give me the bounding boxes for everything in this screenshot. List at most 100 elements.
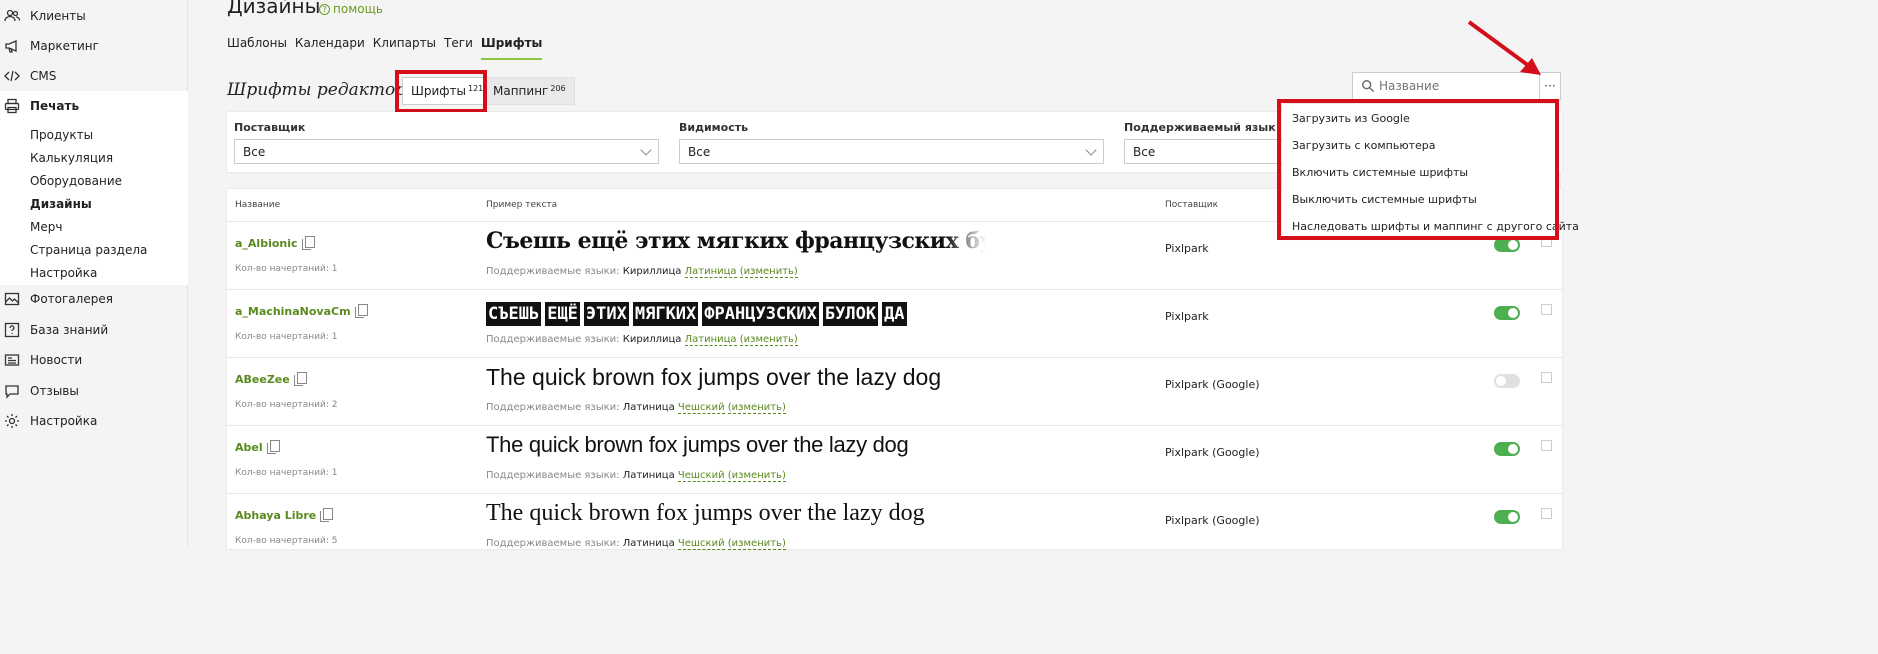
font-sample: Съешь ещё этих мягких французских булок … [486, 228, 986, 262]
tab-fonts[interactable]: Шрифты [480, 36, 543, 60]
sidebar-item-label: Клиенты [30, 9, 86, 23]
sidebar-item-news[interactable]: Новости [0, 346, 188, 374]
search-icon [1362, 80, 1375, 93]
font-name-link[interactable]: Abel [235, 440, 280, 454]
language-link[interactable]: Латиница [684, 266, 737, 278]
sidebar-item-label: Печать [30, 99, 80, 113]
provider-value: Pixlpark (Google) [1165, 446, 1260, 459]
visibility-filter-select[interactable]: Все [679, 139, 1104, 164]
copy-icon[interactable] [293, 372, 307, 386]
sidebar-subitem-settings[interactable]: Настройка [30, 266, 97, 280]
chevron-down-icon [1085, 144, 1097, 156]
sidebar-item-reviews[interactable]: Отзывы [0, 377, 188, 405]
visibility-toggle[interactable] [1494, 238, 1520, 252]
visibility-toggle[interactable] [1494, 510, 1520, 524]
sidebar-subitem-section-page[interactable]: Страница раздела [30, 243, 147, 257]
news-icon [4, 352, 20, 368]
visibility-filter-value: Все [688, 144, 711, 159]
search-box[interactable] [1352, 72, 1540, 100]
font-sample: The quick brown fox jumps over the lazy … [486, 364, 986, 398]
provider-value: Pixlpark [1165, 242, 1209, 255]
mapping-tab-button[interactable]: Маппинг 206 [484, 77, 575, 105]
styles-count: Кол-во начертаний: 2 [235, 400, 338, 410]
styles-count: Кол-во начертаний: 1 [235, 264, 338, 274]
tab-cliparts[interactable]: Клипарты [373, 36, 436, 60]
copy-icon[interactable] [266, 440, 280, 454]
row-checkbox[interactable] [1541, 508, 1552, 519]
sidebar-item-cms[interactable]: CMS [0, 62, 188, 90]
help-label: помощь [333, 2, 383, 16]
language-link[interactable]: Латиница [684, 334, 737, 346]
supported-languages: Поддерживаемые языки: Кириллица Латиница… [486, 334, 798, 346]
table-row: a_MachinaNovaCm Кол-во начертаний: 1 СЪЕ… [227, 289, 1562, 357]
row-checkbox[interactable] [1541, 372, 1552, 383]
sidebar-item-knowledge-base[interactable]: База знаний [0, 316, 188, 344]
visibility-toggle[interactable] [1494, 306, 1520, 320]
row-checkbox[interactable] [1541, 304, 1552, 315]
font-sample: The quick brown fox jumps over the lazy … [486, 500, 986, 534]
highlight-box-fonts-tab [395, 70, 487, 113]
styles-count: Кол-во начертаний: 1 [235, 332, 338, 342]
change-languages-link[interactable]: (изменить) [727, 470, 786, 482]
sidebar-item-settings[interactable]: Настройка [0, 407, 188, 435]
sidebar-item-label: Маркетинг [30, 39, 99, 53]
tab-templates[interactable]: Шаблоны [227, 36, 287, 60]
font-sample: The quick brown fox jumps over the lazy … [486, 432, 909, 457]
font-name-link[interactable]: a_MachinaNovaCm [235, 304, 368, 318]
font-sample: СЪЕШЬ ЕЩЁ ЭТИХ МЯГКИХ ФРАНЦУЗСКИХ БУЛОК ДА [486, 296, 986, 330]
copy-icon[interactable] [354, 304, 368, 318]
design-tabs: Шаблоны Календари Клипарты Теги Шрифты [227, 36, 550, 60]
visibility-filter-label: Видимость [679, 121, 749, 134]
table-row: Abhaya Libre Кол-во начертаний: 5 The qu… [227, 493, 1562, 561]
sidebar-subitem-equipment[interactable]: Оборудование [30, 174, 122, 188]
sidebar-item-label: Новости [30, 353, 83, 367]
settings-icon [4, 413, 20, 429]
language-filter-value: Все [1133, 144, 1156, 159]
language-link[interactable]: Чешский [677, 402, 725, 414]
question-icon [4, 322, 20, 338]
styles-count: Кол-во начертаний: 1 [235, 468, 338, 478]
tab-calendars[interactable]: Календари [295, 36, 365, 60]
sidebar-item-marketing[interactable]: Маркетинг [0, 32, 188, 60]
table-row: ABeeZee Кол-во начертаний: 2 The quick b… [227, 357, 1562, 425]
styles-count: Кол-во начертаний: 5 [235, 536, 338, 546]
copy-icon[interactable] [301, 236, 315, 250]
column-header-name[interactable]: Название [235, 200, 280, 210]
change-languages-link[interactable]: (изменить) [739, 334, 798, 346]
sidebar-item-gallery[interactable]: Фотогалерея [0, 285, 188, 313]
visibility-toggle[interactable] [1494, 442, 1520, 456]
provider-filter-select[interactable]: Все [234, 139, 659, 164]
search-input[interactable] [1379, 79, 1529, 93]
highlight-box-menu [1277, 99, 1559, 240]
provider-value: Pixlpark [1165, 310, 1209, 323]
more-actions-button[interactable]: ··· [1539, 72, 1561, 100]
sidebar-subitem-merch[interactable]: Мерч [30, 220, 62, 234]
section-title: Шрифты редактора [227, 80, 417, 100]
printer-icon [4, 98, 20, 114]
sidebar-item-label: Настройка [30, 414, 98, 428]
column-header-provider[interactable]: Поставщик [1165, 200, 1218, 210]
font-name-link[interactable]: Abhaya Libre [235, 508, 334, 522]
copy-icon[interactable] [320, 508, 334, 522]
font-name-link[interactable]: a_Albionic [235, 236, 315, 250]
sidebar-subitem-calculation[interactable]: Калькуляция [30, 151, 113, 165]
language-link[interactable]: Чешский [677, 470, 725, 482]
sidebar-item-print[interactable]: Печать [0, 92, 188, 120]
sidebar-item-clients[interactable]: Клиенты [0, 2, 188, 30]
help-icon: ? [319, 3, 330, 15]
font-name-link[interactable]: ABeeZee [235, 372, 307, 386]
tab-tags[interactable]: Теги [444, 36, 473, 60]
change-languages-link[interactable]: (изменить) [727, 402, 786, 414]
language-link[interactable]: Чешский [677, 538, 725, 550]
row-checkbox[interactable] [1541, 440, 1552, 451]
change-languages-link[interactable]: (изменить) [727, 538, 786, 550]
table-row: Abel Кол-во начертаний: 1 The quick brow… [227, 425, 1562, 493]
sidebar-subitem-designs[interactable]: Дизайны [30, 197, 92, 211]
help-link[interactable]: ? помощь [319, 2, 383, 16]
users-icon [4, 8, 20, 24]
megaphone-icon [4, 38, 20, 54]
visibility-toggle[interactable] [1494, 374, 1520, 388]
sidebar-item-label: CMS [30, 69, 57, 83]
change-languages-link[interactable]: (изменить) [739, 266, 798, 278]
sidebar-subitem-products[interactable]: Продукты [30, 128, 93, 142]
